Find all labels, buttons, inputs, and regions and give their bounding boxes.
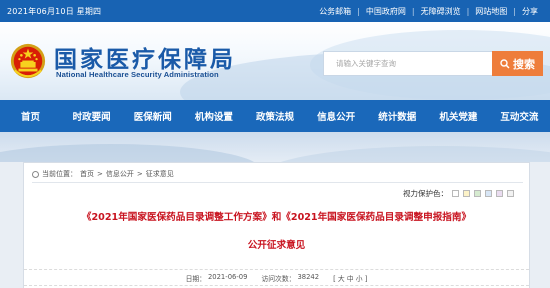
article-subtitle: 公开征求意见 [247, 240, 306, 251]
top-utility-bar: 2021年06月10日 星期四 公务邮箱 | 中国政府网 | 无障碍浏览 | 网… [0, 0, 550, 22]
article-card: 当前位置： 首页 > 信息公开 > 征求意见 视力保护色： 《2021年国家医保… [23, 162, 530, 288]
views-value: 38242 [297, 272, 320, 281]
site-title[interactable]: 国家医疗保障局 [54, 40, 236, 74]
views-label: 访问次数： [261, 274, 296, 283]
article-title: 《2021年国家医保药品目录调整工作方案》和《2021年国家医保药品目录调整申报… [81, 212, 472, 223]
article-date: 日期： 2021-06-09 [186, 273, 248, 283]
separator: | [513, 7, 516, 16]
separator: | [411, 7, 415, 16]
national-emblem-icon[interactable] [9, 42, 47, 80]
nav-item-policies[interactable]: 政策法规 [244, 100, 305, 132]
nav-item-insurance-news[interactable]: 医保新闻 [122, 100, 183, 132]
sitemap-link[interactable]: 网站地图 [469, 6, 513, 17]
color-swatch-green[interactable] [474, 190, 481, 197]
search-box: 搜索 [323, 51, 543, 76]
breadcrumb: 当前位置： 首页 > 信息公开 > 征求意见 [32, 169, 174, 179]
nav-item-party-building[interactable]: 机关党建 [428, 100, 489, 132]
main-nav: 首页 时政要闻 医保新闻 机构设置 政策法规 信息公开 统计数据 机关党建 互动… [0, 100, 550, 132]
breadcrumb-home[interactable]: 首页 [80, 169, 94, 179]
nav-item-interaction[interactable]: 互动交流 [489, 100, 550, 132]
nav-item-organization[interactable]: 机构设置 [183, 100, 244, 132]
breadcrumb-disclosure[interactable]: 信息公开 [106, 169, 134, 179]
location-icon [32, 170, 39, 178]
official-mail-link[interactable]: 公务邮箱 [313, 6, 357, 17]
color-swatch-yellow[interactable] [463, 190, 470, 197]
color-swatch-gray[interactable] [507, 190, 514, 197]
article-views: 访问次数： 38242 [261, 273, 319, 283]
breadcrumb-prefix: 当前位置： [42, 170, 77, 178]
site-header: 国家医疗保障局 National Healthcare Security Adm… [0, 22, 550, 100]
breadcrumb-separator: > [97, 170, 103, 178]
article-meta: 日期： 2021-06-09 访问次数： 38242 [ 大 中 小 ] [24, 269, 529, 286]
breadcrumb-consultation[interactable]: 征求意见 [146, 169, 174, 179]
color-swatch-purple[interactable] [496, 190, 503, 197]
separator: | [466, 7, 470, 16]
gov-portal-link[interactable]: 中国政府网 [360, 6, 412, 17]
separator: | [357, 7, 360, 16]
color-swatch-white[interactable] [452, 190, 459, 197]
nav-item-disclosure[interactable]: 信息公开 [306, 100, 367, 132]
breadcrumb-divider [32, 182, 523, 183]
nav-item-statistics[interactable]: 统计数据 [367, 100, 428, 132]
banner-mountain [260, 146, 550, 162]
date-label: 日期： [185, 274, 206, 283]
font-size-switcher[interactable]: [ 大 中 小 ] [333, 273, 367, 283]
search-button[interactable]: 搜索 [492, 51, 543, 76]
accessibility-link[interactable]: 无障碍浏览 [415, 6, 467, 17]
search-input[interactable] [323, 51, 492, 76]
search-icon [500, 58, 510, 69]
banner-mountain [0, 144, 260, 162]
vision-protection-colors: 视力保护色： [403, 188, 514, 199]
current-date: 2021年06月10日 星期四 [7, 7, 102, 16]
share-link[interactable]: 分享 [516, 6, 544, 17]
breadcrumb-separator: > [136, 170, 143, 178]
utility-links: 公务邮箱 | 中国政府网 | 无障碍浏览 | 网站地图 | 分享 [313, 6, 544, 17]
site-subtitle: National Healthcare Security Administrat… [56, 70, 219, 79]
date-value: 2021-06-09 [207, 272, 248, 281]
nav-item-home[interactable]: 首页 [0, 100, 61, 132]
content-banner-background [0, 132, 550, 162]
vision-label: 视力保护色： [403, 189, 448, 198]
color-swatch-blue[interactable] [485, 190, 492, 197]
search-button-label: 搜索 [513, 57, 535, 71]
nav-item-politics-news[interactable]: 时政要闻 [61, 100, 122, 132]
